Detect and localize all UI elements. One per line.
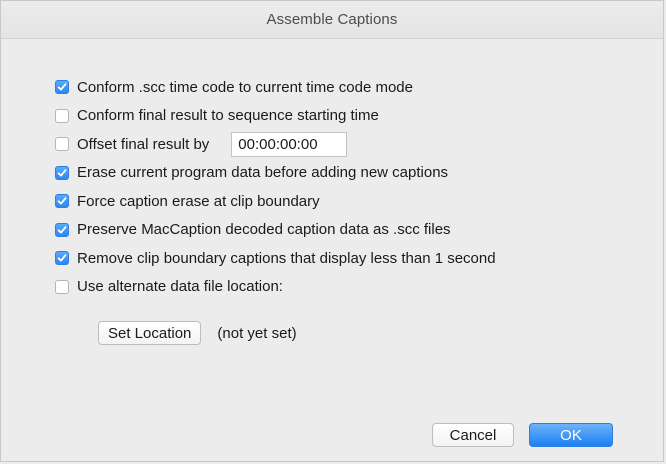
option-label: Use alternate data file location: [77,278,283,296]
title-bar[interactable]: Assemble Captions [1,1,663,39]
checkmark-icon [57,197,67,205]
option-label: Offset final result by [77,135,210,153]
checkbox[interactable] [55,165,69,180]
option-label: Preserve MacCaption decoded caption data… [77,221,451,239]
checkbox[interactable] [55,108,69,123]
option-remove-short-captions[interactable]: Remove clip boundary captions that displ… [55,244,496,273]
checkmark-icon [57,226,67,234]
checkmark-icon [57,83,67,91]
checkbox[interactable] [55,251,69,266]
checkbox[interactable] [55,194,69,209]
option-offset-result[interactable]: Offset final result by [55,130,496,159]
ok-button[interactable]: OK [529,423,613,447]
option-conform-scc-timecode[interactable]: Conform .scc time code to current time c… [55,73,496,102]
options-list: Conform .scc time code to current time c… [55,73,496,301]
option-conform-sequence-start[interactable]: Conform final result to sequence startin… [55,102,496,131]
option-label: Erase current program data before adding… [77,164,449,182]
dialog-title: Assemble Captions [266,11,398,28]
assemble-captions-dialog: Assemble Captions Conform .scc time code… [0,0,664,462]
option-label: Remove clip boundary captions that displ… [77,249,496,267]
checkbox[interactable] [55,137,69,152]
checkbox[interactable] [55,222,69,237]
location-status: (not yet set) [217,324,297,342]
footer-buttons: Cancel OK [432,423,613,447]
checkbox[interactable] [55,279,69,294]
option-erase-program-data[interactable]: Erase current program data before adding… [55,159,496,188]
set-location-button[interactable]: Set Location [98,321,202,345]
checkmark-icon [57,169,67,177]
option-preserve-decoded-data[interactable]: Preserve MacCaption decoded caption data… [55,216,496,245]
option-label: Conform final result to sequence startin… [77,107,379,125]
option-force-caption-erase[interactable]: Force caption erase at clip boundary [55,187,496,216]
option-label: Force caption erase at clip boundary [77,192,320,210]
checkmark-icon [57,254,67,262]
location-row: Set Location (not yet set) [98,321,297,345]
cancel-button[interactable]: Cancel [432,423,514,447]
offset-timecode-input[interactable] [231,131,348,157]
option-alternate-location[interactable]: Use alternate data file location: [55,273,496,302]
option-label: Conform .scc time code to current time c… [77,78,413,96]
checkbox[interactable] [55,80,69,95]
